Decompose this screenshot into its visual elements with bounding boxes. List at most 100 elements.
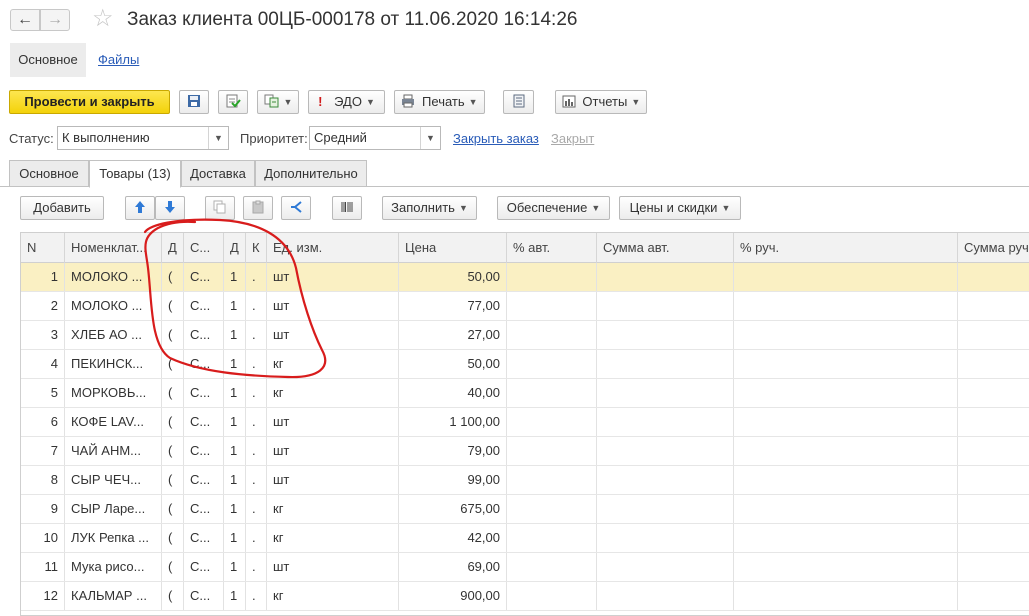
- table-cell[interactable]: [597, 350, 734, 378]
- table-cell[interactable]: [958, 379, 1029, 407]
- table-cell[interactable]: (: [162, 321, 184, 349]
- table-cell[interactable]: [507, 495, 597, 523]
- table-row[interactable]: 5 МОРКОВЬ...(С... 1. кг 40,00: [21, 379, 1029, 408]
- table-cell[interactable]: 7: [21, 437, 65, 465]
- table-cell[interactable]: 50,00: [399, 263, 507, 291]
- column-header[interactable]: Д: [224, 233, 246, 263]
- table-cell[interactable]: СЫР Ларе...: [65, 495, 162, 523]
- table-cell[interactable]: 675,00: [399, 495, 507, 523]
- table-cell[interactable]: 1: [224, 466, 246, 494]
- status-select[interactable]: К выполнению ▼: [57, 126, 229, 150]
- table-row[interactable]: 11 Мука рисо...(С... 1. шт 69,00: [21, 553, 1029, 582]
- table-cell[interactable]: .: [246, 379, 267, 407]
- column-header[interactable]: Сумма авт.: [597, 233, 734, 263]
- reports-button[interactable]: Отчеты ▼: [555, 90, 647, 114]
- chevron-down-icon[interactable]: ▼: [208, 127, 228, 149]
- table-cell[interactable]: [734, 408, 958, 436]
- split-row-button[interactable]: [281, 196, 311, 220]
- table-cell[interactable]: [597, 408, 734, 436]
- table-row[interactable]: 6 КОФЕ LAV...(С... 1. шт 1 100,00: [21, 408, 1029, 437]
- table-cell[interactable]: С...: [184, 263, 224, 291]
- table-cell[interactable]: [734, 553, 958, 581]
- table-cell[interactable]: [507, 582, 597, 610]
- table-cell[interactable]: [734, 379, 958, 407]
- table-cell[interactable]: [507, 292, 597, 320]
- table-cell[interactable]: МОЛОКО ...: [65, 292, 162, 320]
- table-cell[interactable]: [597, 263, 734, 291]
- table-cell[interactable]: 77,00: [399, 292, 507, 320]
- table-cell[interactable]: (: [162, 350, 184, 378]
- column-header[interactable]: Сумма руч: [958, 233, 1029, 263]
- table-cell[interactable]: МОЛОКО ...: [65, 263, 162, 291]
- table-cell[interactable]: [958, 292, 1029, 320]
- table-cell[interactable]: С...: [184, 379, 224, 407]
- table-cell[interactable]: .: [246, 437, 267, 465]
- barcode-button[interactable]: [332, 196, 362, 220]
- table-cell[interactable]: шт: [267, 321, 399, 349]
- prices-discounts-button[interactable]: Цены и скидки ▼: [619, 196, 741, 220]
- table-cell[interactable]: шт: [267, 292, 399, 320]
- table-cell[interactable]: [507, 553, 597, 581]
- table-cell[interactable]: 1: [224, 263, 246, 291]
- favorite-star-icon[interactable]: ☆: [92, 6, 114, 32]
- table-cell[interactable]: С...: [184, 524, 224, 552]
- table-cell[interactable]: кг: [267, 582, 399, 610]
- post-button[interactable]: [218, 90, 248, 114]
- table-cell[interactable]: ХЛЕБ АО ...: [65, 321, 162, 349]
- table-cell[interactable]: [958, 350, 1029, 378]
- table-cell[interactable]: 42,00: [399, 524, 507, 552]
- nav-files-link[interactable]: Файлы: [98, 52, 139, 67]
- table-cell[interactable]: (: [162, 408, 184, 436]
- table-cell[interactable]: [958, 263, 1029, 291]
- table-cell[interactable]: 1: [224, 437, 246, 465]
- table-cell[interactable]: [734, 582, 958, 610]
- save-button[interactable]: [179, 90, 209, 114]
- priority-select[interactable]: Средний ▼: [309, 126, 441, 150]
- table-cell[interactable]: 1: [224, 321, 246, 349]
- table-cell[interactable]: шт: [267, 408, 399, 436]
- table-cell[interactable]: 4: [21, 350, 65, 378]
- table-cell[interactable]: С...: [184, 553, 224, 581]
- table-cell[interactable]: Мука рисо...: [65, 553, 162, 581]
- table-cell[interactable]: .: [246, 466, 267, 494]
- table-cell[interactable]: [734, 524, 958, 552]
- print-button[interactable]: Печать ▼: [394, 90, 485, 114]
- table-cell[interactable]: 1: [224, 379, 246, 407]
- table-cell[interactable]: КОФЕ LAV...: [65, 408, 162, 436]
- table-cell[interactable]: [507, 379, 597, 407]
- table-cell[interactable]: С...: [184, 408, 224, 436]
- table-cell[interactable]: 3: [21, 321, 65, 349]
- nav-main[interactable]: Основное: [10, 43, 86, 77]
- table-cell[interactable]: 1: [21, 263, 65, 291]
- add-button[interactable]: Добавить: [20, 196, 104, 220]
- table-cell[interactable]: 12: [21, 582, 65, 610]
- column-header[interactable]: Цена: [399, 233, 507, 263]
- table-cell[interactable]: 1: [224, 292, 246, 320]
- table-cell[interactable]: 1: [224, 553, 246, 581]
- table-cell[interactable]: [507, 524, 597, 552]
- table-cell[interactable]: 79,00: [399, 437, 507, 465]
- table-cell[interactable]: .: [246, 263, 267, 291]
- chevron-down-icon[interactable]: ▼: [420, 127, 440, 149]
- table-row[interactable]: 9 СЫР Ларе...(С... 1. кг 675,00: [21, 495, 1029, 524]
- close-order-link[interactable]: Закрыть заказ: [453, 131, 539, 146]
- table-cell[interactable]: С...: [184, 582, 224, 610]
- table-row[interactable]: 1 МОЛОКО ...(С... 1. шт 50,00: [21, 263, 1029, 292]
- table-cell[interactable]: 8: [21, 466, 65, 494]
- table-cell[interactable]: [734, 350, 958, 378]
- table-cell[interactable]: 1: [224, 582, 246, 610]
- table-cell[interactable]: [958, 437, 1029, 465]
- back-button[interactable]: ←: [10, 9, 40, 31]
- table-cell[interactable]: шт: [267, 263, 399, 291]
- move-down-button[interactable]: [155, 196, 185, 220]
- table-cell[interactable]: кг: [267, 524, 399, 552]
- table-cell[interactable]: 900,00: [399, 582, 507, 610]
- table-cell[interactable]: (: [162, 495, 184, 523]
- table-cell[interactable]: кг: [267, 379, 399, 407]
- table-cell[interactable]: СЫР ЧЕЧ...: [65, 466, 162, 494]
- table-cell[interactable]: [958, 408, 1029, 436]
- table-cell[interactable]: (: [162, 437, 184, 465]
- table-cell[interactable]: (: [162, 292, 184, 320]
- table-row[interactable]: 2 МОЛОКО ...(С... 1. шт 77,00: [21, 292, 1029, 321]
- tab-main[interactable]: Основное: [9, 160, 89, 187]
